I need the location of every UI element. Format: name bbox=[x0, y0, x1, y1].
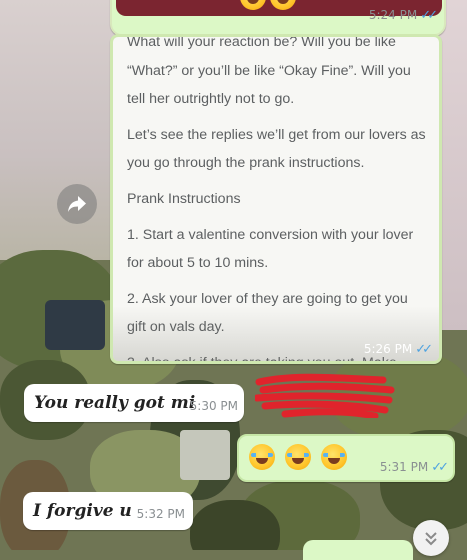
face-with-tears-of-joy-emoji bbox=[270, 0, 297, 10]
message-paragraph: “What?” or you’ll be like “Okay Fine”. W… bbox=[127, 63, 411, 107]
message-meta: 5:26 PM ✓✓ bbox=[363, 342, 433, 357]
double-check-icon: ✓✓ bbox=[431, 460, 449, 475]
received-message[interactable]: I forgive u 5:32 PM bbox=[23, 492, 193, 530]
message-paragraph: Let’s see the replies we’ll get from our… bbox=[127, 127, 426, 171]
sent-media-bubble[interactable]: 5:24 PM ✓✓ bbox=[110, 0, 446, 36]
message-paragraph: What will your reaction be? Will you be … bbox=[127, 35, 396, 49]
double-check-icon: ✓✓ bbox=[420, 8, 438, 23]
message-time: 5:32 PM bbox=[136, 507, 185, 521]
forward-arrow-icon bbox=[68, 196, 86, 212]
message-time: 5:31 PM bbox=[379, 460, 429, 474]
message-paragraph: Prank Instructions bbox=[127, 191, 241, 207]
message-body: What will your reaction be? Will you be … bbox=[127, 35, 427, 361]
face-with-tears-of-joy-emoji bbox=[249, 444, 275, 470]
message-meta: 5:24 PM ✓✓ bbox=[368, 8, 438, 23]
face-with-tears-of-joy-emoji bbox=[240, 0, 266, 10]
message-paragraph: 1. Start a valentine conversion with you… bbox=[127, 227, 414, 271]
scroll-to-bottom-button[interactable] bbox=[413, 520, 449, 556]
message-text: I forgive u bbox=[33, 501, 132, 521]
message-time: 5:24 PM bbox=[368, 8, 418, 22]
face-with-tears-of-joy-emoji bbox=[285, 444, 311, 470]
redaction-scribble bbox=[255, 373, 395, 418]
message-paragraph: 2. Ask your lover of they are going to g… bbox=[127, 291, 408, 335]
prank-instructions-message[interactable]: What will your reaction be? Will you be … bbox=[110, 34, 442, 364]
message-time: 5:30 PM bbox=[189, 399, 238, 413]
face-with-tears-of-joy-emoji bbox=[321, 444, 347, 470]
received-message[interactable]: You really got mi 5:30 PM bbox=[24, 384, 244, 422]
forward-button[interactable] bbox=[57, 184, 97, 224]
message-text: You really got mi bbox=[34, 393, 196, 413]
sent-message-partial[interactable] bbox=[303, 540, 413, 560]
double-chevron-down-icon bbox=[425, 532, 437, 546]
sent-emoji-message[interactable]: 5:31 PM ✓✓ bbox=[237, 434, 455, 482]
message-time: 5:26 PM bbox=[363, 342, 413, 356]
double-check-icon: ✓✓ bbox=[415, 342, 433, 357]
message-meta: 5:31 PM ✓✓ bbox=[379, 460, 449, 475]
